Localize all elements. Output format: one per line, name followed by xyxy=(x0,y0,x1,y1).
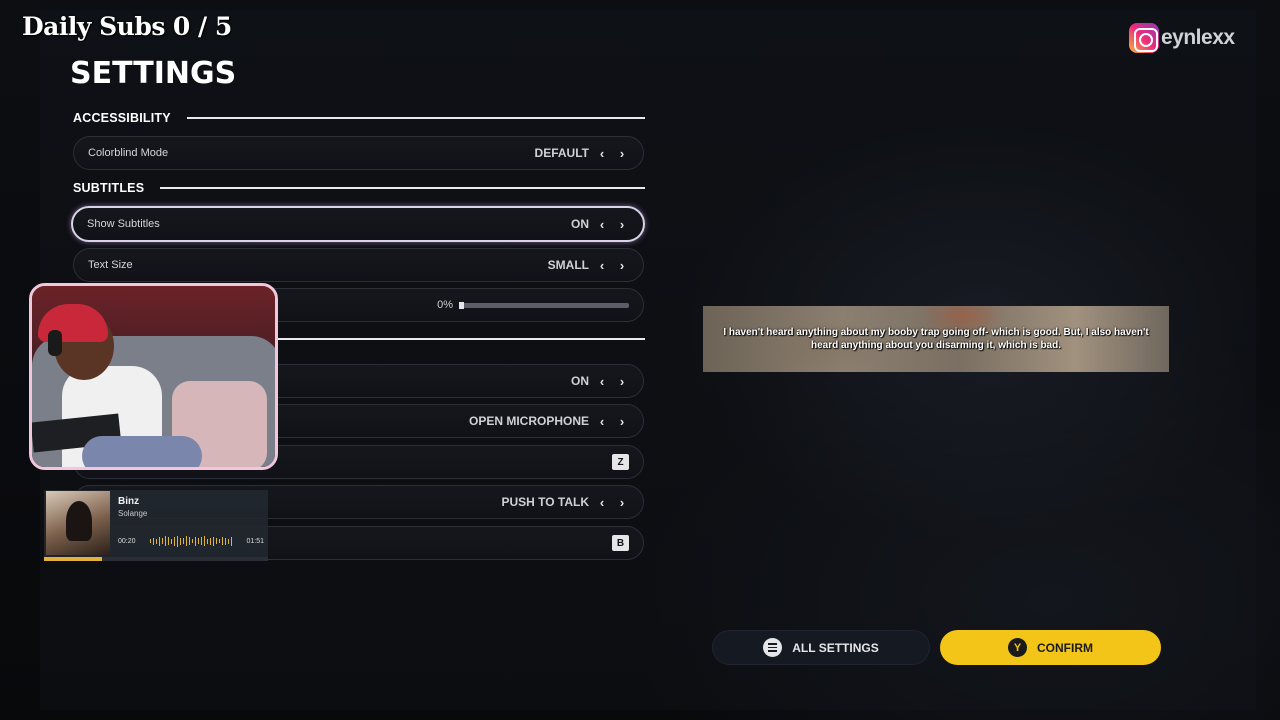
setting-value: ON xyxy=(571,217,589,231)
headset-icon xyxy=(48,330,62,356)
setting-row-show-subtitles[interactable]: Show Subtitles ON ‹ › xyxy=(71,206,645,242)
setting-label: Colorblind Mode xyxy=(88,147,169,159)
cam-blanket xyxy=(82,436,202,467)
setting-value: PUSH TO TALK xyxy=(501,495,589,509)
y-button-icon: Y xyxy=(1008,638,1027,657)
section-title: ACCESSIBILITY xyxy=(73,111,171,125)
key-b-badge[interactable]: B xyxy=(612,535,629,551)
chevron-right-icon[interactable]: › xyxy=(615,146,629,161)
chevron-left-icon[interactable]: ‹ xyxy=(595,495,609,510)
daily-subs-goal: Daily Subs 0 / 5 xyxy=(22,12,232,41)
key-z-badge[interactable]: Z xyxy=(612,454,629,470)
setting-row-text-size[interactable]: Text Size SMALL ‹ › xyxy=(73,248,644,282)
track-progress-bar xyxy=(44,557,268,561)
setting-selector: PUSH TO TALK ‹ › xyxy=(501,495,629,510)
slider-handle[interactable] xyxy=(459,301,464,309)
chevron-left-icon[interactable]: ‹ xyxy=(595,258,609,273)
chevron-right-icon[interactable]: › xyxy=(615,414,629,429)
subtitle-preview-text: I haven't heard anything about my booby … xyxy=(723,327,1149,351)
waveform-icon xyxy=(150,535,232,547)
all-settings-label: ALL SETTINGS xyxy=(792,640,879,655)
chevron-right-icon[interactable]: › xyxy=(615,495,629,510)
track-elapsed: 00:20 xyxy=(118,537,136,545)
chevron-left-icon[interactable]: ‹ xyxy=(595,217,609,232)
slider-value: 0% xyxy=(437,299,453,311)
page-title: SETTINGS xyxy=(70,56,237,91)
instagram-icon xyxy=(1129,23,1159,53)
setting-label: Show Subtitles xyxy=(87,218,160,230)
daily-subs-count: 0 / 5 xyxy=(172,12,232,41)
chevron-right-icon[interactable]: › xyxy=(615,258,629,273)
setting-value: OPEN MICROPHONE xyxy=(468,414,589,428)
instagram-handle-overlay: eynlexx xyxy=(1129,23,1235,53)
section-header-accessibility: ACCESSIBILITY xyxy=(73,111,645,125)
now-playing-info: Binz Solange 00:20 01:51 xyxy=(110,490,268,560)
subtitle-preview: I haven't heard anything about my booby … xyxy=(703,306,1169,372)
setting-value: ON xyxy=(571,374,589,388)
confirm-button[interactable]: Y CONFIRM xyxy=(940,630,1161,665)
setting-selector: DEFAULT ‹ › xyxy=(535,146,629,161)
track-artist: Solange xyxy=(118,509,148,518)
track-duration: 01:51 xyxy=(246,537,264,545)
instagram-handle: eynlexx xyxy=(1161,26,1235,49)
slider-track[interactable] xyxy=(459,301,629,309)
track-times: 00:20 01:51 xyxy=(118,535,264,547)
chevron-left-icon[interactable]: ‹ xyxy=(595,374,609,389)
section-divider xyxy=(186,117,645,119)
setting-selector: SMALL ‹ › xyxy=(548,258,629,273)
webcam-overlay xyxy=(29,283,278,470)
chevron-left-icon[interactable]: ‹ xyxy=(595,146,609,161)
track-title: Binz xyxy=(118,496,140,507)
setting-selector: ON ‹ › xyxy=(571,374,629,389)
now-playing-widget: Binz Solange 00:20 01:51 xyxy=(44,490,268,560)
chevron-right-icon[interactable]: › xyxy=(615,374,629,389)
section-title: SUBTITLES xyxy=(73,181,145,195)
menu-icon xyxy=(763,638,783,657)
all-settings-button[interactable]: ALL SETTINGS xyxy=(712,630,930,665)
game-screen: Daily Subs 0 / 5 eynlexx SETTINGS ACCESSI… xyxy=(0,0,1280,720)
setting-value: DEFAULT xyxy=(534,146,589,160)
setting-value: SMALL xyxy=(547,258,589,272)
confirm-label: CONFIRM xyxy=(1037,640,1093,655)
daily-subs-label: Daily Subs xyxy=(22,12,165,41)
chevron-left-icon[interactable]: ‹ xyxy=(595,414,609,429)
setting-row-colorblind-mode[interactable]: Colorblind Mode DEFAULT ‹ › xyxy=(73,136,644,170)
track-progress-fill xyxy=(44,557,103,561)
setting-selector: ON ‹ › xyxy=(571,217,629,232)
album-art xyxy=(46,491,110,555)
chevron-right-icon[interactable]: › xyxy=(615,217,629,232)
section-header-subtitles: SUBTITLES xyxy=(73,181,645,195)
setting-selector: OPEN MICROPHONE ‹ › xyxy=(469,414,629,429)
section-divider xyxy=(160,187,645,189)
setting-label: Text Size xyxy=(88,259,133,271)
opacity-slider[interactable]: 0% xyxy=(437,299,629,311)
